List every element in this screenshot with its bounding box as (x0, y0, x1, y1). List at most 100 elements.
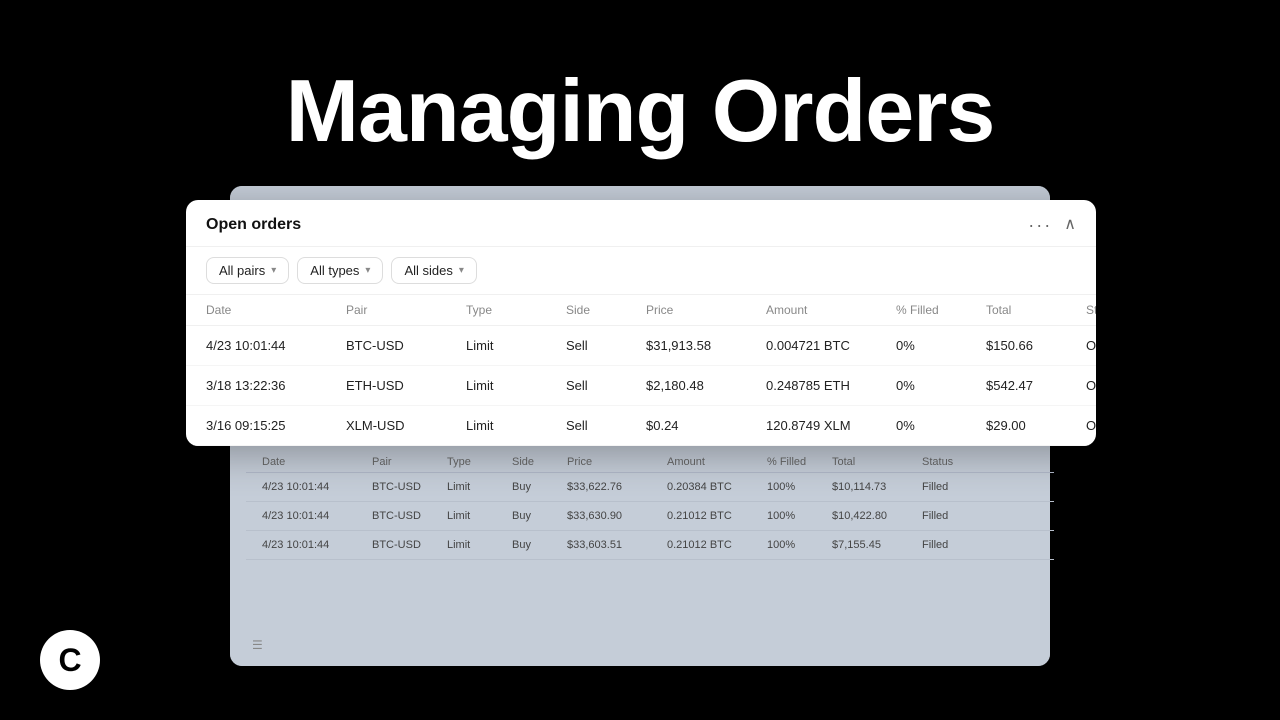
bg-col-type: Type (447, 456, 512, 468)
bg-row2-type: Limit (447, 510, 512, 522)
row3-side: Sell (566, 418, 646, 433)
bg-row2-side: Buy (512, 510, 567, 522)
chevron-down-icon: ▾ (459, 265, 464, 276)
all-sides-filter[interactable]: All sides ▾ (391, 257, 476, 284)
bg-row3-type: Limit (447, 539, 512, 551)
row2-date: 3/18 13:22:36 (206, 378, 346, 393)
row2-pct: 0% (896, 378, 986, 393)
table-row[interactable]: 4/23 10:01:44 BTC-USD Limit Sell $31,913… (186, 326, 1096, 366)
bg-row2-total: $10,422.80 (832, 510, 922, 522)
row2-type: Limit (466, 378, 566, 393)
row3-total: $29.00 (986, 418, 1086, 433)
bg-row2-pct: 100% (767, 510, 832, 522)
bg-row1-side: Buy (512, 481, 567, 493)
bg-row2-price: $33,630.90 (567, 510, 667, 522)
col-pair: Pair (346, 303, 466, 317)
all-pairs-filter[interactable]: All pairs ▾ (206, 257, 289, 284)
chevron-down-icon: ▾ (271, 265, 276, 276)
bg-row2-pair: BTC-USD (372, 510, 447, 522)
row1-pair: BTC-USD (346, 338, 466, 353)
row3-price: $0.24 (646, 418, 766, 433)
bg-row1-pct: 100% (767, 481, 832, 493)
row3-pct: 0% (896, 418, 986, 433)
card-title: Open orders (206, 216, 301, 234)
card-header-actions: ··· ∧ (1028, 216, 1076, 234)
logo-letter: C (58, 642, 81, 679)
row1-total: $150.66 (986, 338, 1086, 353)
collapse-button[interactable]: ∧ (1064, 217, 1076, 233)
open-orders-card: Open orders ··· ∧ All pairs ▾ All types … (186, 200, 1096, 446)
row1-status: Open (1086, 338, 1096, 353)
bg-col-side: Side (512, 456, 567, 468)
bg-row3-amount: 0.21012 BTC (667, 539, 767, 551)
bg-row3-side: Buy (512, 539, 567, 551)
row1-type: Limit (466, 338, 566, 353)
bg-col-price: Price (567, 456, 667, 468)
bg-row2-status: Filled (922, 510, 982, 522)
bg-row1-status: Filled (922, 481, 982, 493)
row1-pct: 0% (896, 338, 986, 353)
bg-table-row: 4/23 10:01:44 BTC-USD Limit Buy $33,630.… (246, 502, 1054, 531)
bg-col-pct: % Filled (767, 456, 832, 468)
bg-row3-date: 4/23 10:01:44 (262, 539, 372, 551)
bg-row3-total: $7,155.45 (832, 539, 922, 551)
bg-col-date: Date (262, 456, 372, 468)
bg-row1-amount: 0.20384 BTC (667, 481, 767, 493)
row3-type: Limit (466, 418, 566, 433)
bg-table-row: 4/23 10:01:44 BTC-USD Limit Buy $33,603.… (246, 531, 1054, 560)
page-title: Managing Orders (286, 60, 995, 162)
bg-row3-price: $33,603.51 (567, 539, 667, 551)
row1-amount: 0.004721 BTC (766, 338, 896, 353)
hamburger-icon[interactable]: ☰ (252, 638, 263, 652)
col-price: Price (646, 303, 766, 317)
row1-price: $31,913.58 (646, 338, 766, 353)
bg-row2-date: 4/23 10:01:44 (262, 510, 372, 522)
coinbase-logo: C (40, 630, 100, 690)
bg-row3-status: Filled (922, 539, 982, 551)
filter-row: All pairs ▾ All types ▾ All sides ▾ (186, 247, 1096, 295)
bg-row1-price: $33,622.76 (567, 481, 667, 493)
all-types-filter[interactable]: All types ▾ (297, 257, 383, 284)
row2-status: Open (1086, 378, 1096, 393)
row3-amount: 120.8749 XLM (766, 418, 896, 433)
col-amount: Amount (766, 303, 896, 317)
col-pct-filled: % Filled (896, 303, 986, 317)
bg-row2-amount: 0.21012 BTC (667, 510, 767, 522)
bg-col-status: Status (922, 456, 982, 468)
bg-col-pair: Pair (372, 456, 447, 468)
card-header: Open orders ··· ∧ (186, 200, 1096, 247)
all-types-label: All types (310, 263, 359, 278)
col-total: Total (986, 303, 1086, 317)
all-sides-label: All sides (404, 263, 452, 278)
bg-table: Date Pair Type Side Price Amount % Fille… (246, 452, 1054, 560)
bg-col-amount: Amount (667, 456, 767, 468)
bg-row1-total: $10,114.73 (832, 481, 922, 493)
bg-row1-date: 4/23 10:01:44 (262, 481, 372, 493)
row1-side: Sell (566, 338, 646, 353)
logo-circle: C (40, 630, 100, 690)
chevron-down-icon: ▾ (365, 265, 370, 276)
table-row[interactable]: 3/16 09:15:25 XLM-USD Limit Sell $0.24 1… (186, 406, 1096, 446)
row3-status: Open (1086, 418, 1096, 433)
more-options-button[interactable]: ··· (1028, 216, 1052, 234)
row3-date: 3/16 09:15:25 (206, 418, 346, 433)
col-status: Status (1086, 303, 1096, 317)
row2-side: Sell (566, 378, 646, 393)
row2-price: $2,180.48 (646, 378, 766, 393)
bg-row3-pair: BTC-USD (372, 539, 447, 551)
col-side: Side (566, 303, 646, 317)
row1-date: 4/23 10:01:44 (206, 338, 346, 353)
orders-table: Date Pair Type Side Price Amount % Fille… (186, 295, 1096, 446)
row3-pair: XLM-USD (346, 418, 466, 433)
table-row[interactable]: 3/18 13:22:36 ETH-USD Limit Sell $2,180.… (186, 366, 1096, 406)
col-type: Type (466, 303, 566, 317)
bg-col-total: Total (832, 456, 922, 468)
row2-amount: 0.248785 ETH (766, 378, 896, 393)
bg-row1-type: Limit (447, 481, 512, 493)
table-header-row: Date Pair Type Side Price Amount % Fille… (186, 295, 1096, 326)
bg-table-row: 4/23 10:01:44 BTC-USD Limit Buy $33,622.… (246, 473, 1054, 502)
col-date: Date (206, 303, 346, 317)
bg-table-header-row: Date Pair Type Side Price Amount % Fille… (246, 452, 1054, 473)
row2-pair: ETH-USD (346, 378, 466, 393)
row2-total: $542.47 (986, 378, 1086, 393)
